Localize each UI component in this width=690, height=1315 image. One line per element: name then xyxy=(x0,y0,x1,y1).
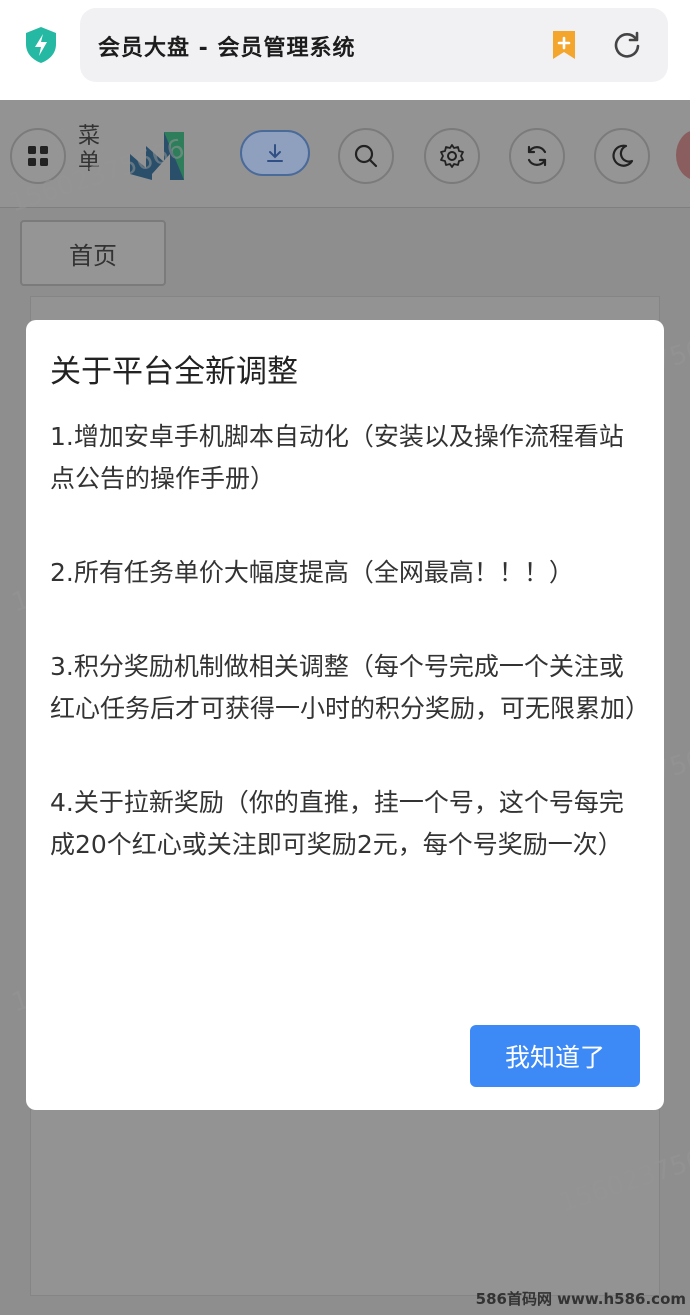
refresh-button[interactable] xyxy=(509,128,565,184)
search-icon xyxy=(354,144,378,168)
app-header: 菜单 xyxy=(0,100,690,208)
dialog-paragraph: 2.所有任务单价大幅度提高（全网最高！！！） xyxy=(50,558,574,587)
moon-icon xyxy=(612,144,634,167)
grid-menu-button[interactable] xyxy=(10,128,66,184)
acknowledge-button[interactable]: 我知道了 xyxy=(470,1025,640,1087)
dialog-paragraph: 1.增加安卓手机脚本自动化（安装以及操作流程看站点公告的操作手册） xyxy=(50,422,624,493)
menu-label[interactable]: 菜单 xyxy=(78,124,104,176)
page-title: 会员大盘 - 会员管理系统 xyxy=(98,36,356,61)
dialog-paragraph: 4.关于拉新奖励（你的直推，挂一个号，这个号每完成20个红心或关注即可奖励2元，… xyxy=(50,788,624,859)
avatar[interactable] xyxy=(676,130,690,180)
reload-icon[interactable] xyxy=(612,30,642,60)
logo xyxy=(130,132,184,180)
download-icon xyxy=(267,144,283,162)
browser-bar: 会员大盘 - 会员管理系统 xyxy=(0,0,690,100)
dialog-body: 1.增加安卓手机脚本自动化（安装以及操作流程看站点公告的操作手册） 2.所有任务… xyxy=(50,416,651,918)
tab-home[interactable]: 首页 xyxy=(20,220,166,286)
site-watermark: 586首码网 www.h586.com xyxy=(475,1290,686,1308)
address-bar[interactable]: 会员大盘 - 会员管理系统 xyxy=(80,8,668,82)
announcement-dialog: 关于平台全新调整 1.增加安卓手机脚本自动化（安装以及操作流程看站点公告的操作手… xyxy=(26,320,664,1110)
gear-icon xyxy=(440,144,464,168)
dark-mode-button[interactable] xyxy=(594,128,650,184)
dialog-title: 关于平台全新调整 xyxy=(50,354,298,390)
refresh-icon xyxy=(527,145,547,167)
settings-button[interactable] xyxy=(424,128,480,184)
bookmark-add-icon[interactable] xyxy=(550,29,578,61)
download-button[interactable] xyxy=(240,130,310,176)
grid-icon xyxy=(28,146,48,166)
shield-icon[interactable] xyxy=(24,26,58,64)
dialog-paragraph: 3.积分奖励机制做相关调整（每个号完成一个关注或红心任务后才可获得一小时的积分奖… xyxy=(50,652,651,723)
search-button[interactable] xyxy=(338,128,394,184)
